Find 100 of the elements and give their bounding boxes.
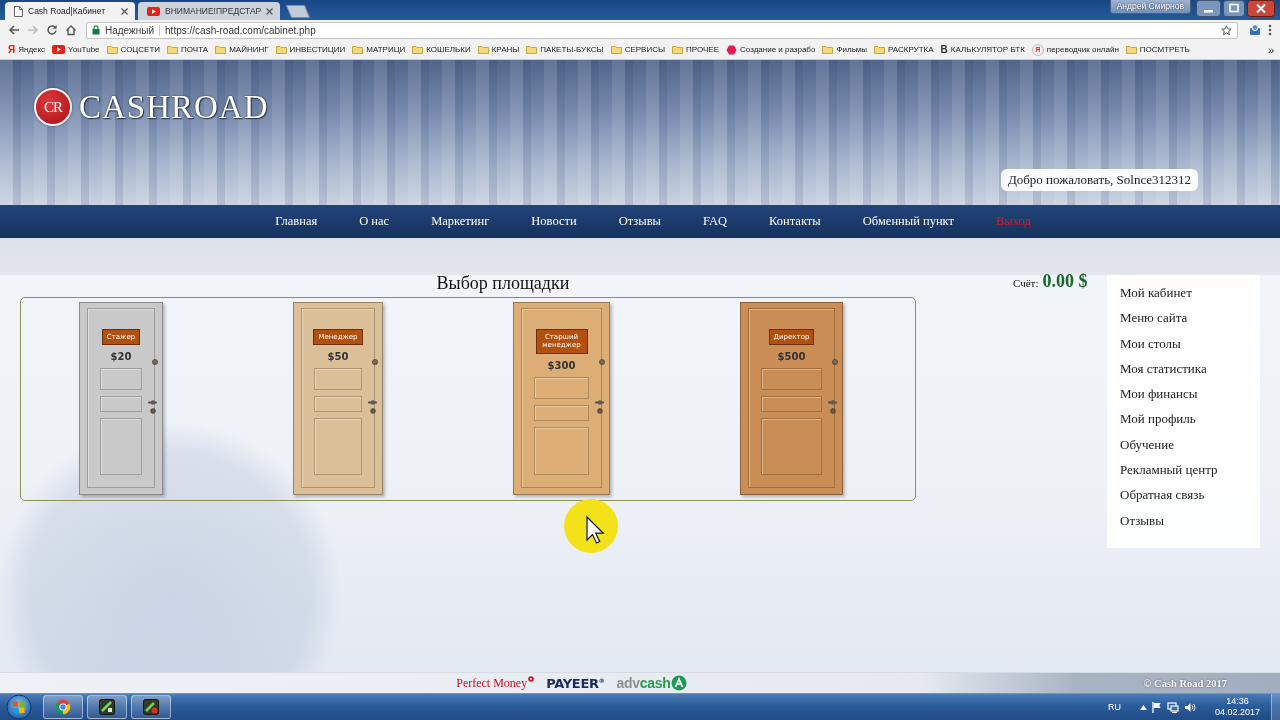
taskbar-button[interactable] [131, 695, 171, 719]
network-icon[interactable] [1166, 701, 1179, 713]
close-icon[interactable] [1247, 0, 1275, 17]
nav-link[interactable]: Главная [275, 214, 318, 229]
bookmark-item[interactable]: КРАНЫ [477, 45, 520, 54]
close-icon[interactable] [121, 7, 128, 15]
close-icon[interactable] [266, 7, 274, 15]
bookmark-item[interactable]: ПАКЕТЫ-БУКСЫ [526, 45, 604, 54]
folder-icon [822, 45, 834, 54]
sidebar-link[interactable]: Мой кабинет [1120, 280, 1192, 306]
video-play-icon [52, 45, 66, 54]
bookmark-item[interactable]: ПРОЧЕЕ [672, 45, 719, 54]
folder-icon [672, 45, 684, 54]
browser-tab[interactable]: ВНИМАНИЕ!ПРЕДСТАР [138, 2, 281, 20]
door-price: $50 [327, 351, 349, 363]
minimize-icon[interactable] [1196, 0, 1221, 17]
sidebar-link[interactable]: Обучение [1120, 431, 1174, 458]
folder-icon [106, 45, 118, 54]
browser-tab[interactable]: Cash Road|Кабинет [5, 2, 135, 20]
folder-icon [610, 45, 622, 54]
home-icon[interactable] [65, 24, 77, 36]
nav-link[interactable]: FAQ [703, 214, 728, 229]
folder-icon [167, 45, 179, 54]
show-desktop-button[interactable] [1271, 694, 1280, 720]
volume-icon[interactable] [1183, 701, 1196, 713]
folder-icon [526, 45, 538, 54]
door-price: $500 [777, 351, 806, 363]
door-lock-icon [372, 359, 378, 365]
sidebar-link[interactable]: Меню сайта [1120, 305, 1188, 331]
door-panel [314, 418, 362, 475]
taskbar-button[interactable] [87, 695, 127, 719]
more-bookmarks-button[interactable]: » [1267, 43, 1274, 56]
bookmark-item[interactable]: B КАЛЬКУЛЯТОР БТК [940, 44, 1025, 55]
sidebar-link[interactable]: Отзывы [1120, 507, 1164, 533]
language-indicator[interactable]: RU [1107, 702, 1121, 712]
payment-logo: Perfect Money [456, 675, 528, 691]
payment-logo: PAYEER$^{®}$ [546, 675, 605, 691]
maximize-icon[interactable] [1223, 0, 1245, 17]
flag-icon[interactable] [1151, 701, 1162, 713]
nav-link[interactable]: Маркетинг [431, 214, 490, 229]
sidebar-link[interactable]: Рекламный центр [1120, 457, 1218, 483]
folder-icon [215, 45, 227, 54]
bookmark-item[interactable]: YouTube [52, 45, 100, 54]
nav-link[interactable]: Отзывы [618, 214, 661, 229]
sidebar-link[interactable]: Моя статистика [1120, 355, 1207, 382]
lock-icon [92, 25, 100, 35]
folder-icon [874, 45, 886, 54]
folder-icon [412, 45, 424, 54]
door-panel [534, 376, 589, 399]
account-label: Счёт: [1013, 277, 1039, 289]
app-icon [99, 699, 115, 715]
up-arrow-icon[interactable] [1139, 704, 1147, 710]
letter-icon: B [940, 44, 948, 55]
extension-icon[interactable] [1249, 24, 1261, 36]
bookmark-item[interactable]: ПОЧТА [167, 45, 209, 54]
bookmark-star-icon[interactable] [1221, 24, 1232, 36]
nav-link[interactable]: О нас [359, 214, 390, 229]
door-lock-icon [599, 359, 605, 365]
door-panel [761, 418, 822, 475]
bookmark-item[interactable]: Я Яндекс [8, 44, 46, 55]
menu-icon[interactable] [1268, 24, 1272, 36]
new-tab-button[interactable] [286, 5, 311, 18]
security-label: Надежный [105, 24, 155, 36]
account-balance: 0.00 $ [1042, 271, 1088, 292]
nav-link[interactable]: Контакты [769, 214, 821, 229]
door-panel [534, 404, 589, 421]
reload-icon[interactable] [46, 24, 58, 36]
bookmark-item[interactable]: МАЙНИНГ [215, 45, 269, 54]
taskbar-clock[interactable]: 14:36 04.02.2017 [1210, 696, 1264, 718]
door-price: $20 [110, 351, 132, 363]
url-text: https://cash-road.com/cabinet.php [165, 24, 316, 36]
door-panel [761, 368, 822, 391]
start-button-icon[interactable] [3, 694, 35, 720]
bookmark-item[interactable]: СЕРВИСЫ [610, 45, 666, 54]
bookmark-item[interactable]: ПОСМТРЕТЬ [1125, 45, 1190, 54]
nav-link[interactable]: Обменный пункт [862, 214, 954, 229]
door-panel [100, 418, 142, 475]
sidebar-link[interactable]: Обратная связь [1120, 482, 1205, 508]
door-panel [534, 426, 589, 475]
sidebar-link[interactable]: Мои финансы [1120, 381, 1198, 407]
bookmark-item[interactable]: Создание и разрабо [726, 44, 816, 55]
nav-link[interactable]: Новости [531, 214, 577, 229]
folder-icon [1125, 45, 1137, 54]
bookmark-item[interactable]: КОШЕЛЬКИ [412, 45, 471, 54]
sidebar-link[interactable]: Мой профиль [1120, 406, 1196, 432]
bookmark-item[interactable]: МАТРИЦИ [352, 45, 406, 54]
folder-icon [477, 45, 489, 54]
welcome-message: Добро пожаловать, Solnce312312 [1000, 169, 1198, 191]
bookmark-item[interactable]: Фильмы [822, 45, 868, 54]
sidebar-link[interactable]: Мои столы [1120, 330, 1181, 356]
bookmark-item[interactable]: ИНВЕСТИЦИИ [275, 45, 346, 54]
address-bar[interactable]: Надежный https://cash-road.com/cabinet.php [86, 21, 1238, 39]
page-icon [14, 5, 23, 17]
logo-text: CASHROAD [79, 90, 269, 124]
back-icon[interactable] [8, 24, 20, 36]
door-panel [314, 368, 362, 391]
door-lock-icon [832, 359, 838, 365]
logo-dot-icon [528, 675, 535, 682]
bookmark-item[interactable]: СОЦСЕТИ [106, 45, 161, 54]
bookmark-item[interactable]: РАСКРУТКА [874, 45, 934, 54]
